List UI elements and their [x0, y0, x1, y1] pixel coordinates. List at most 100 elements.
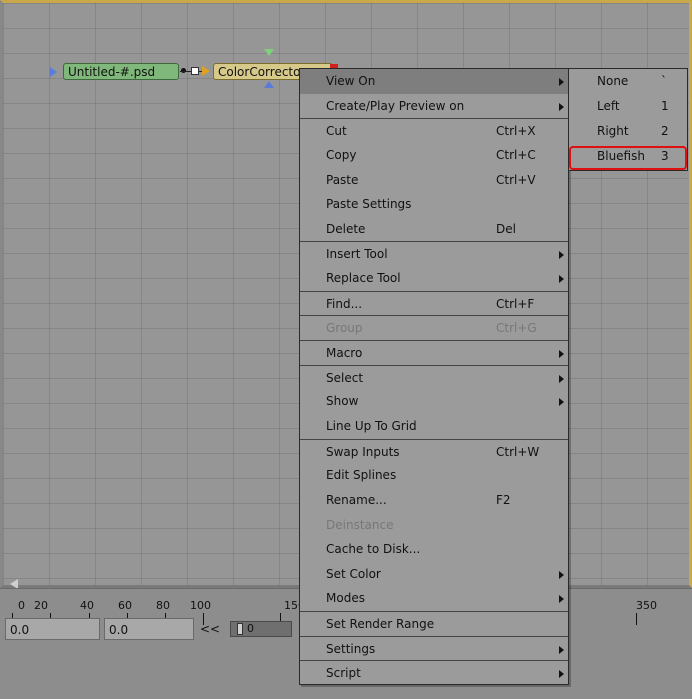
menu-item-script[interactable]: Script [300, 660, 568, 685]
submenu-item-right[interactable]: Right 2 [569, 119, 687, 144]
tick-label: 40 [80, 599, 94, 612]
menu-item-set-render-range[interactable]: Set Render Range [300, 611, 568, 636]
menu-item-shortcut: Ctrl+W [496, 444, 540, 459]
menu-item-label: Swap Inputs [326, 444, 400, 459]
menu-item-shortcut: Ctrl+C [496, 147, 536, 162]
menu-item-label: View On [326, 74, 376, 88]
menu-item-shortcut: F2 [496, 492, 511, 507]
menu-item-set-color[interactable]: Set Color [300, 562, 568, 587]
menu-item-line-up-to-grid[interactable]: Line Up To Grid [300, 414, 568, 439]
menu-item-view-on[interactable]: View On [300, 69, 568, 94]
menu-item-rename[interactable]: Rename... F2 [300, 488, 568, 513]
tick-label: 350 [636, 599, 657, 612]
submenu-arrow-icon [559, 374, 564, 383]
input-connector-icon[interactable] [202, 66, 210, 76]
menu-item-label: Modes [326, 591, 365, 606]
submenu-item-label: Bluefish [597, 149, 645, 163]
menu-item-label: Paste Settings [326, 197, 412, 212]
menu-item-shortcut: Ctrl+G [496, 321, 537, 336]
submenu-arrow-icon [559, 275, 564, 284]
slider-value: 0 [247, 622, 254, 635]
menu-item-swap-inputs[interactable]: Swap Inputs Ctrl+W [300, 438, 568, 464]
submenu-item-left[interactable]: Left 1 [569, 94, 687, 119]
submenu-item-bluefish[interactable]: Bluefish 3 [569, 144, 687, 169]
menu-item-insert-tool[interactable]: Insert Tool [300, 241, 568, 266]
menu-item-label: Script [326, 666, 361, 681]
menu-item-label: Deinstance [326, 517, 394, 532]
menu-item-label: Edit Splines [326, 468, 397, 483]
menu-item-label: Line Up To Grid [326, 418, 417, 433]
menu-item-label: Cut [326, 124, 347, 139]
menu-item-find[interactable]: Find... Ctrl+F [300, 290, 568, 316]
menu-item-modes[interactable]: Modes [300, 586, 568, 611]
loader-node[interactable]: Untitled-#.psd [63, 63, 179, 80]
submenu-arrow-icon [559, 78, 564, 86]
tick-label: 100 [190, 599, 211, 612]
menu-item-show[interactable]: Show [300, 389, 568, 414]
submenu-arrow-icon [559, 645, 564, 654]
submenu-item-shortcut: 2 [661, 124, 669, 138]
menu-item-label: Insert Tool [326, 247, 388, 262]
submenu-arrow-icon [559, 102, 564, 111]
submenu-item-none[interactable]: None ` [569, 69, 687, 94]
input-arrow-icon [50, 67, 57, 77]
menu-item-create-play-preview-on[interactable]: Create/Play Preview on [300, 94, 568, 119]
top-input-icon[interactable] [264, 49, 274, 56]
menu-item-macro[interactable]: Macro [300, 340, 568, 365]
submenu-arrow-icon [559, 398, 564, 407]
submenu-arrow-icon [559, 350, 564, 359]
menu-item-label: Replace Tool [326, 271, 401, 286]
submenu-item-shortcut: 1 [661, 99, 669, 113]
menu-item-paste-settings[interactable]: Paste Settings [300, 192, 568, 217]
time-slider[interactable]: 0 [230, 621, 292, 637]
menu-item-label: Delete [326, 221, 366, 236]
menu-item-shortcut: Ctrl+X [496, 124, 536, 139]
menu-item-cut[interactable]: Cut Ctrl+X [300, 118, 568, 143]
menu-item-shortcut: Ctrl+F [496, 296, 535, 311]
menu-item-label: Paste [326, 172, 359, 187]
menu-item-replace-tool[interactable]: Replace Tool [300, 266, 568, 291]
submenu-item-shortcut: 3 [661, 149, 669, 163]
tick-label: 80 [156, 599, 170, 612]
menu-item-label: Select [326, 370, 364, 385]
menu-item-edit-splines[interactable]: Edit Splines [300, 463, 568, 488]
menu-item-label: Group [326, 321, 363, 336]
tick-label: 60 [118, 599, 132, 612]
menu-item-shortcut: Del [496, 221, 516, 236]
submenu-item-label: Right [597, 124, 629, 138]
menu-item-label: Set Color [326, 566, 381, 581]
menu-item-delete[interactable]: Delete Del [300, 217, 568, 242]
menu-item-label: Create/Play Preview on [326, 98, 465, 113]
menu-item-label: Show [326, 394, 359, 409]
menu-item-paste[interactable]: Paste Ctrl+V [300, 168, 568, 193]
mask-input-icon[interactable] [264, 81, 274, 88]
submenu-arrow-icon [559, 595, 564, 604]
menu-item-copy[interactable]: Copy Ctrl+C [300, 143, 568, 168]
menu-item-label: Rename... [326, 492, 387, 507]
menu-item-group: Group Ctrl+G [300, 315, 568, 340]
connection-node-dot[interactable] [191, 67, 199, 75]
submenu-arrow-icon [559, 670, 564, 679]
menu-item-label: Settings [326, 641, 376, 656]
menu-item-cache-to-disk[interactable]: Cache to Disk... [300, 537, 568, 562]
rewind-button[interactable]: << [200, 618, 220, 640]
tick-label: 0 [18, 599, 25, 612]
submenu-item-label: None [597, 74, 629, 88]
menu-item-select[interactable]: Select [300, 364, 568, 390]
menu-item-label: Cache to Disk... [326, 542, 421, 557]
global-start-field[interactable]: 0.0 [5, 618, 100, 640]
submenu-item-label: Left [597, 99, 620, 113]
menu-item-label: Set Render Range [326, 617, 435, 632]
slider-handle[interactable] [237, 623, 243, 635]
view-on-submenu: None ` Left 1 Right 2 Bluefish 3 [568, 68, 688, 171]
submenu-arrow-icon [559, 570, 564, 579]
tick-mark [636, 613, 637, 625]
menu-item-label: Macro [326, 346, 363, 361]
render-start-field[interactable]: 0.0 [104, 618, 194, 640]
menu-item-shortcut: Ctrl+V [496, 172, 536, 187]
tick-label: 20 [34, 599, 48, 612]
submenu-arrow-icon [559, 251, 564, 260]
menu-item-label: Find... [326, 296, 363, 311]
menu-item-settings[interactable]: Settings [300, 635, 568, 661]
menu-item-deinstance: Deinstance [300, 513, 568, 538]
